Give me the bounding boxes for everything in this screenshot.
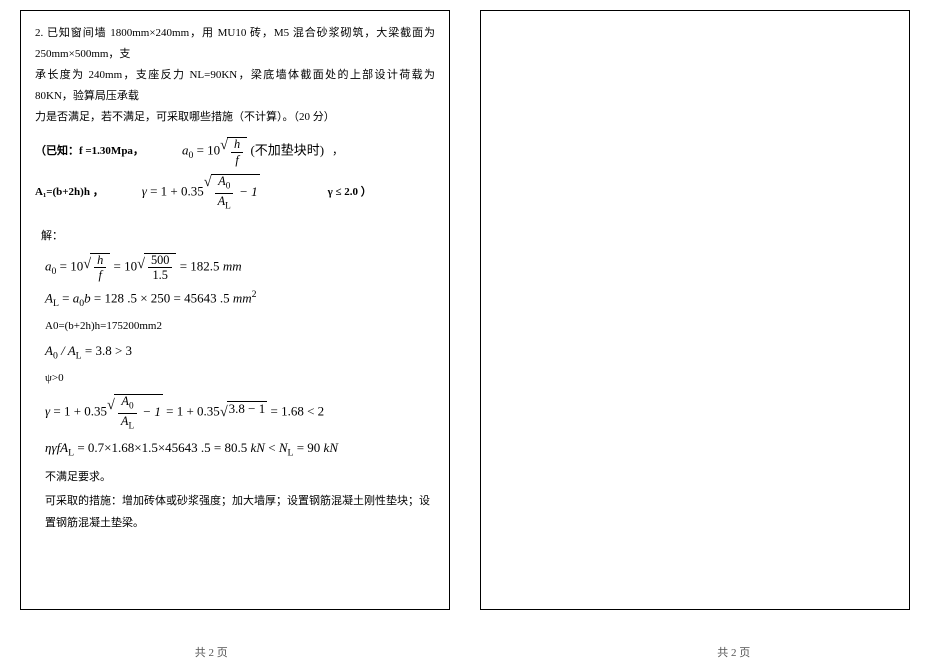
problem-number: 2.	[35, 27, 43, 39]
given-line-2: A₁=(b+2h)h ， γ = 1 + 0.35A0AL − 1 γ ≤ 2.…	[35, 174, 435, 211]
footer-right: 共 2 页	[523, 644, 945, 660]
given-line-1: （已知：f =1.30Mpa， a0 = 10hf (不加垫块时) ，	[35, 137, 435, 166]
solution-label: 解：	[41, 226, 435, 247]
step-measures: 可采取的措施：增加砖体或砂浆强度；加大墙厚；设置钢筋混凝土刚性垫块；设置钢筋混凝…	[45, 490, 435, 534]
footer-left: 共 2 页	[0, 644, 423, 660]
gamma-formula: γ = 1 + 0.35A0AL − 1	[142, 174, 260, 211]
known-label: （已知：f =1.30Mpa，	[35, 141, 144, 162]
problem-line-2: 承长度为 240mm，支座反力 NL=90KN，梁底墙体截面处的上部设计荷载为 …	[35, 69, 435, 102]
step-al: AL = a0b = 128 .5 × 250 = 45643 .5 mm2	[45, 287, 435, 312]
step-a0-area: A0=(b+2h)h=175200mm2	[45, 318, 435, 336]
page-footers: 共 2 页 共 2 页	[0, 644, 945, 660]
a1-label: A₁=(b+2h)h ，	[35, 182, 104, 203]
left-page: 2. 已知窗间墙 1800mm×240mm，用 MU10 砖，M5 混合砂浆砌筑…	[20, 10, 450, 610]
a0-tail: ，	[332, 141, 343, 162]
a0-formula: a0 = 10hf (不加垫块时)	[182, 137, 324, 166]
step-gamma: γ = 1 + 0.35A0AL − 1 = 1 + 0.353.8 − 1 =…	[45, 394, 435, 431]
problem-statement: 2. 已知窗间墙 1800mm×240mm，用 MU10 砖，M5 混合砂浆砌筑…	[35, 23, 435, 127]
step-result: 不满足要求。	[45, 467, 435, 488]
step-check: ηγfAL = 0.7×1.68×1.5×45643 .5 = 80.5 kN …	[45, 438, 435, 461]
page-container: 2. 已知窗间墙 1800mm×240mm，用 MU10 砖，M5 混合砂浆砌筑…	[0, 0, 945, 630]
step-ratio: A0 / AL = 3.8 > 3	[45, 341, 435, 364]
step-a0: a0 = 10hf = 105001.5 = 182.5 mm	[45, 253, 435, 282]
right-page	[480, 10, 910, 610]
problem-line-3: 力是否满足，若不满足，可采取哪些措施（不计算）。（20 分）	[35, 111, 335, 123]
step-psi: ψ>0	[45, 370, 435, 388]
problem-line-1: 已知窗间墙 1800mm×240mm，用 MU10 砖，M5 混合砂浆砌筑，大梁…	[35, 27, 435, 60]
gamma-tail: γ ≤ 2.0 ）	[328, 182, 372, 203]
